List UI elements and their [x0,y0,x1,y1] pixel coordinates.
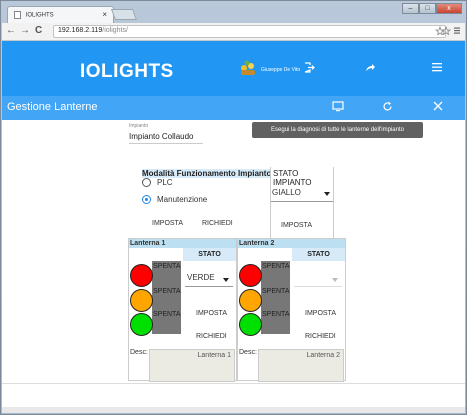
tab-close-icon[interactable]: × [102,10,107,19]
yellow-lamp-status: SPENTA [153,288,181,295]
desc-label: Desc: [130,349,148,356]
lantern-state-select[interactable]: VERDE [185,273,233,287]
footer-divider [2,383,465,384]
mode-set-button[interactable]: IMPOSTA [152,220,183,227]
address-bar[interactable]: 192.168.2.119/iolights/ [53,25,446,38]
close-icon[interactable] [433,101,443,114]
menu-icon[interactable] [432,62,443,75]
logout-icon[interactable] [304,62,315,76]
back-icon[interactable]: ← [6,25,16,36]
lantern-state-header: STATO [292,248,345,261]
web-page: IOLIGHTS Giuseppe De Vito Gestione Lante… [2,41,465,411]
mode-title: Modalità Funzionamento Impianto [142,169,272,178]
plant-label: Impianto [129,123,149,129]
refresh-icon[interactable] [382,101,393,115]
tab-title: IOLIGHTS [25,12,54,19]
forward-icon[interactable]: → [20,25,30,36]
user-avatar [241,60,255,75]
red-lamp-status: SPENTA [262,263,290,270]
lantern-state-select[interactable] [294,273,342,287]
maximize-button[interactable]: □ [419,3,436,14]
lantern-set-button[interactable]: IMPOSTA [196,310,227,317]
chevron-down-icon [332,278,338,282]
green-lamp [239,313,262,336]
traffic-light-body [152,261,181,334]
chevron-down-icon [223,278,229,282]
mode-request-button[interactable]: RICHIEDI [202,220,233,227]
lantern-state-value: VERDE [187,273,215,282]
lantern-title: Lanterna 2 [238,239,345,248]
window-close-button[interactable]: x [436,3,462,14]
radio-maintenance[interactable]: Manutenzione [142,195,207,204]
page-favicon-icon [14,11,21,19]
browser-tab[interactable]: IOLIGHTS × [7,6,114,23]
yellow-lamp-status: SPENTA [262,288,290,295]
reload-icon[interactable]: C [35,25,42,36]
share-icon[interactable] [365,62,376,76]
green-lamp-status: SPENTA [153,311,181,318]
monitor-icon[interactable] [332,101,344,115]
browser-toolbar: ← → C 192.168.2.119/iolights/ [2,23,465,41]
url-host: 192.168.2.119 [58,27,103,34]
lantern-title: Lanterna 1 [129,239,236,248]
user-name: Giuseppe De Vito [261,67,301,73]
green-lamp [130,313,153,336]
new-tab-button[interactable] [110,9,138,20]
desc-label: Desc: [239,349,257,356]
lantern-set-button[interactable]: IMPOSTA [305,310,336,317]
radio-label: PLC [157,178,173,187]
lantern-card-2: Lanterna 2 STATO SPENTA SPENTA SPENTA IM… [237,238,346,382]
app-logo: IOLIGHTS [80,61,174,82]
lantern-state-header: STATO [183,248,236,261]
section-header: Gestione Lanterne [2,96,465,120]
radio-label: Manutenzione [157,195,208,204]
browser-status-bar [2,407,465,413]
green-lamp-status: SPENTA [262,311,290,318]
section-title: Gestione Lanterne [7,101,98,113]
radio-circle[interactable] [142,178,151,187]
red-lamp-status: SPENTA [153,263,181,270]
red-lamp [239,264,262,287]
desc-field[interactable]: Lanterna 1 [149,349,235,382]
yellow-lamp [130,289,153,312]
minimize-button[interactable]: – [402,3,419,14]
url-path: /iolights/ [102,27,128,34]
radio-plc[interactable]: PLC [142,178,173,187]
browser-window: IOLIGHTS × – □ x ← → C 192.168.2.119/iol… [0,0,467,415]
diagnose-tooltip: Esegui la diagnosi di tutte le lanterne … [252,122,423,138]
plant-field[interactable]: Impianto Collaudo [129,132,203,144]
plant-state-title: STATO IMPIANTO [273,169,312,187]
lantern-request-button[interactable]: RICHIEDI [196,333,227,340]
traffic-light-body [261,261,290,334]
plant-state-set-button[interactable]: IMPOSTA [281,222,312,229]
plant-state-select[interactable]: GIALLO [271,188,333,202]
yellow-lamp [239,289,262,312]
lantern-card-1: Lanterna 1 STATO SPENTA SPENTA SPENTA VE… [128,238,237,382]
radio-circle-selected[interactable] [142,195,151,204]
desc-field[interactable]: Lanterna 2 [258,349,344,382]
bookmark-star-icon[interactable] [434,25,461,37]
chevron-down-icon [324,192,330,196]
plant-state-value: GIALLO [272,188,301,197]
window-controls: – □ x [402,3,462,14]
lantern-request-button[interactable]: RICHIEDI [305,333,336,340]
app-header: IOLIGHTS Giuseppe De Vito [2,41,465,96]
red-lamp [130,264,153,287]
